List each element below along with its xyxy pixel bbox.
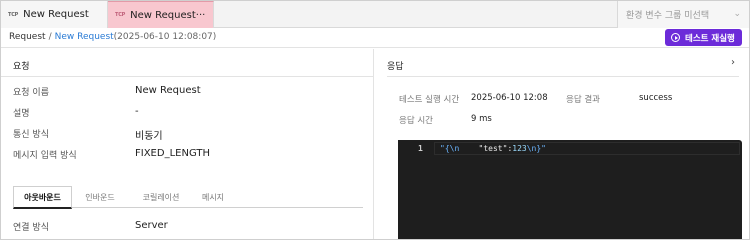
response-time-value: 9 ms	[471, 114, 492, 124]
request-tab-2-active[interactable]: TCP New Request···	[108, 1, 214, 28]
description-value: -	[135, 106, 139, 117]
field-label: 연결 방식	[13, 223, 49, 233]
response-section-title: 응답	[387, 62, 404, 72]
communication-mode-value: 비동기	[135, 131, 163, 142]
code-token-number: 123	[512, 144, 527, 153]
divider	[1, 76, 373, 77]
chevron-down-icon: ⌄	[733, 9, 741, 19]
field-label: 요청 이름	[13, 88, 49, 98]
rerun-test-label: 테스트 재실행	[685, 33, 735, 44]
run-time-value: 2025-06-10 12:08	[471, 93, 548, 103]
breadcrumb-row: Request / New Request(2025-06-10 12:08:07)	[1, 28, 749, 48]
response-body-editor[interactable]: 1 "{\n "test":123\n}"	[398, 140, 742, 239]
connection-mode-value: Server	[135, 220, 168, 231]
line-gutter: 1	[398, 140, 434, 239]
breadcrumb-current[interactable]: New Request	[55, 32, 114, 42]
field-label: 설명	[13, 109, 30, 119]
field-label: 통신 방식	[13, 130, 49, 140]
code-token-open: "{\n	[440, 144, 460, 153]
result-value: success	[639, 93, 673, 103]
tcp-badge: TCP	[8, 11, 19, 18]
rerun-test-button[interactable]: 테스트 재실행	[665, 29, 742, 46]
request-tab-label: New Request	[23, 9, 89, 20]
code-line: "{\n "test":123\n}"	[440, 144, 546, 153]
tab-outbound[interactable]: 아웃바운드	[13, 186, 72, 209]
request-section-title: 요청	[13, 62, 30, 72]
breadcrumb-separator: /	[48, 32, 52, 42]
field-label: 메시지 입력 방식	[13, 151, 77, 161]
tab-inbound[interactable]: 인바운드	[75, 186, 125, 208]
run-time-label: 테스트 실행 시간	[399, 95, 460, 105]
request-tab-1[interactable]: TCP New Request	[1, 1, 108, 28]
code-token-close: \n}"	[526, 144, 546, 153]
breadcrumb: Request / New Request(2025-06-10 12:08:07)	[9, 32, 216, 42]
tab-message[interactable]: 메시지	[193, 186, 233, 208]
request-name-value: New Request	[135, 85, 201, 96]
line-number: 1	[418, 144, 423, 153]
tcp-badge: TCP	[115, 12, 126, 18]
response-time-label: 응답 시간	[399, 116, 433, 126]
tab-correlation[interactable]: 코릴레이션	[131, 186, 191, 208]
divider	[387, 76, 739, 77]
request-subtabs: 아웃바운드 인바운드 코릴레이션 메시지	[13, 186, 363, 209]
play-icon	[671, 33, 680, 42]
request-pane: 요청 요청 이름 New Request 설명 - 통신 방식 비동기 메시지 …	[1, 49, 374, 239]
message-input-mode-value: FIXED_LENGTH	[135, 148, 210, 159]
breadcrumb-root[interactable]: Request	[9, 32, 46, 42]
code-token-key: "test"	[478, 144, 508, 153]
request-tab-label: New Request···	[130, 9, 206, 21]
tab-bar: TCP New Request TCP New Request··· 환경 변수…	[1, 1, 749, 28]
breadcrumb-timestamp: (2025-06-10 12:08:07)	[113, 32, 217, 42]
env-variable-group-select[interactable]: 환경 변수 그룹 미선택 ⌄	[617, 1, 749, 28]
app-window: TCP New Request TCP New Request··· 환경 변수…	[0, 0, 750, 240]
env-select-placeholder: 환경 변수 그룹 미선택	[626, 11, 710, 21]
result-label: 응답 결과	[566, 95, 600, 105]
chevron-right-icon[interactable]: ›	[731, 57, 735, 68]
